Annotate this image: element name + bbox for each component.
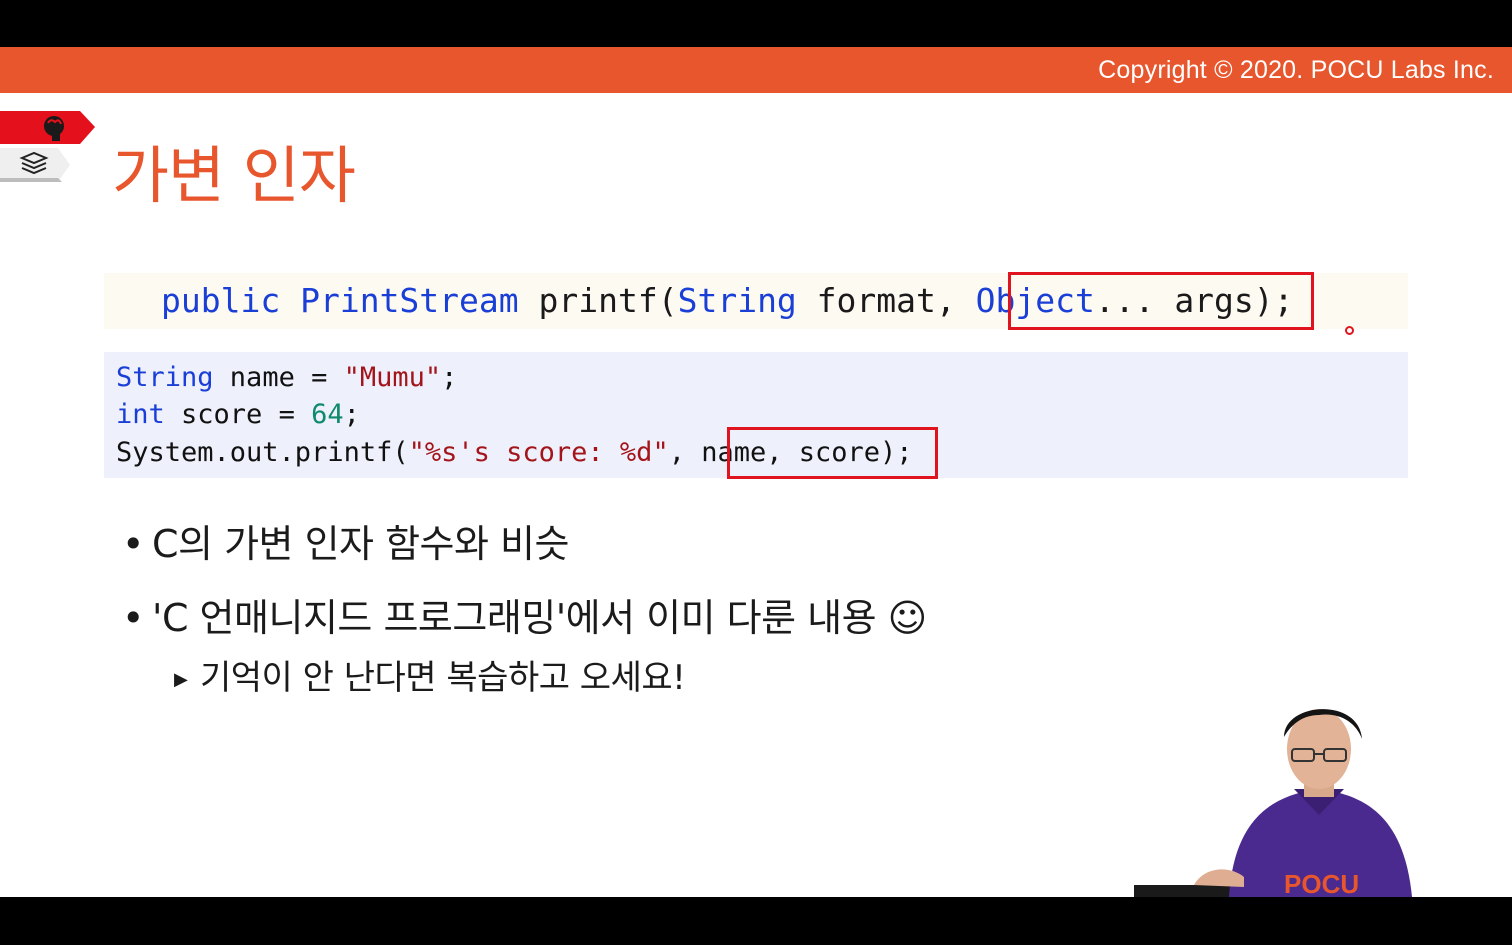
bullet-item: • C의 가변 인자 함수와 비슷 [122, 513, 569, 568]
triangle-bullet-icon: ▶ [174, 669, 188, 690]
slide-title: 가변 인자 [112, 139, 356, 212]
code-text: name = [213, 362, 344, 393]
copyright-text: Copyright © 2020. POCU Labs Inc. [1098, 56, 1494, 84]
presenter-video: POCU [1134, 709, 1412, 897]
pointer-cursor [1345, 326, 1354, 335]
sub-bullet-item: ▶ 기억이 안 난다면 복습하고 오세요! [174, 650, 686, 699]
bullet-dot: • [122, 522, 144, 566]
bullet-text: 'C 언매니지드 프로그래밍'에서 이미 다룬 내용 ☺ [152, 596, 927, 640]
code-type: PrintStream [300, 281, 519, 320]
arguments-highlight-box [727, 427, 938, 479]
code-text: ; [343, 399, 360, 430]
code-keyword: int [116, 399, 165, 430]
sub-bullet-text: 기억이 안 난다면 복습하고 오세요! [200, 658, 686, 698]
code-line-1: String name = "Mumu"; [116, 360, 457, 396]
bullet-item: • 'C 언매니지드 프로그래밍'에서 이미 다룬 내용 ☺ [122, 587, 927, 642]
varargs-highlight-box [1008, 272, 1314, 330]
bullet-dot: • [122, 596, 144, 640]
code-text: score = [164, 399, 312, 430]
code-text: format, [796, 281, 976, 320]
code-line-2: int score = 64; [116, 397, 360, 433]
code-type: String [677, 281, 797, 320]
code-text: printf( [518, 281, 678, 320]
stacked-books-icon[interactable] [0, 148, 70, 182]
bullet-text: C의 가변 인자 함수와 비슷 [152, 522, 569, 566]
code-type: String [116, 362, 214, 393]
code-string: "Mumu" [343, 362, 442, 393]
code-number: 64 [311, 399, 344, 430]
brain-head-icon[interactable] [0, 111, 95, 144]
code-string: "%s's score: %d" [408, 437, 669, 468]
code-text: ; [441, 362, 458, 393]
slide-frame: Copyright © 2020. POCU Labs Inc. 가변 인자 p… [0, 47, 1512, 897]
shirt-logo-text: POCU [1284, 869, 1359, 897]
code-text: System.out.printf( [116, 437, 409, 468]
code-keyword: public [161, 281, 281, 320]
header-bar: Copyright © 2020. POCU Labs Inc. [0, 47, 1512, 93]
